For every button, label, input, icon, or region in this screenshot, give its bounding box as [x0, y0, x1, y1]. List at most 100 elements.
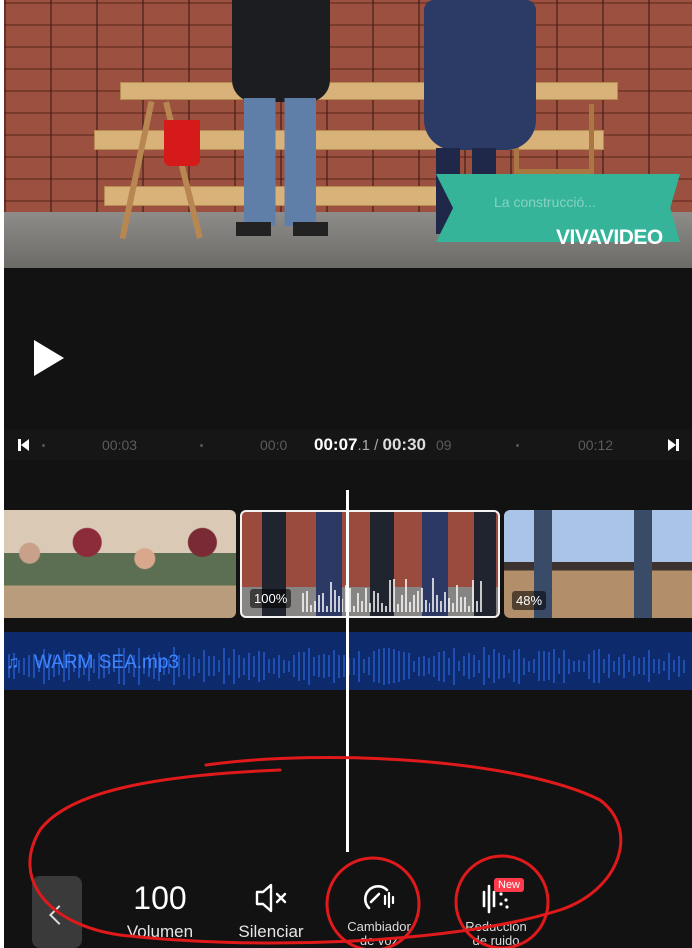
waveform-bar [432, 578, 435, 612]
waveform-bar [475, 601, 478, 612]
waveform-bar [368, 657, 370, 675]
skip-start-icon[interactable] [18, 439, 32, 451]
waveform-bar [578, 660, 580, 672]
waveform-bar [353, 606, 356, 612]
waveform-bar [648, 650, 650, 682]
waveform-bar [428, 658, 430, 674]
voice-changer-label: Cambiador [347, 919, 411, 934]
ruler-dot [200, 444, 203, 447]
waveform-bar [471, 580, 474, 612]
playhead[interactable] [346, 490, 349, 852]
waveform-bar [305, 591, 308, 612]
waveform-bar [308, 647, 310, 685]
waveform-bar [456, 585, 459, 612]
waveform-bar [28, 655, 30, 677]
skip-end-icon[interactable] [668, 439, 682, 451]
waveform-bar [633, 656, 635, 676]
timeline-ruler[interactable]: 00:03 00:0 00:07.1 / 00:30 09 00:12 [4, 430, 692, 460]
waveform-bar [658, 658, 660, 674]
clip-speed-label: 48% [512, 591, 547, 610]
waveform-bar [668, 652, 670, 680]
waveform-bar [268, 659, 270, 673]
waveform-bar [273, 658, 275, 674]
waveform-bar [358, 650, 360, 682]
waveform-bar [258, 650, 260, 682]
waveform-bar [678, 655, 680, 677]
time-fraction: .1 [357, 437, 370, 454]
waveform-bar [533, 659, 535, 673]
ruler-tick: 00:12 [578, 437, 614, 453]
volume-button[interactable]: 100 Volumen [120, 876, 200, 942]
ruler-dot [516, 444, 519, 447]
waveform-bar [638, 658, 640, 674]
waveform-bar [337, 596, 340, 612]
waveform-bar [203, 650, 205, 682]
waveform-bar [488, 654, 490, 678]
bench-top [120, 82, 618, 100]
video-clip[interactable] [4, 510, 236, 618]
waveform-bar [416, 591, 419, 612]
waveform-bar [233, 648, 235, 684]
waveform-bar [188, 653, 190, 679]
ruler-dot [42, 444, 45, 447]
waveform-bar [588, 653, 590, 679]
waveform-bar [558, 658, 560, 674]
vivavideo-watermark: VIVAVIDEO [556, 226, 663, 249]
chevron-left-icon[interactable] [32, 876, 82, 948]
waveform-bar [448, 598, 451, 612]
waveform-bar [353, 657, 355, 675]
new-badge: New [494, 878, 525, 892]
waveform-bar [381, 603, 384, 612]
waveform-bar [468, 653, 470, 679]
waveform-bar [323, 654, 325, 678]
waveform-bar [398, 650, 400, 682]
waveform-bar [598, 649, 600, 683]
video-clip[interactable]: 48% [504, 510, 692, 618]
waveform-bar [528, 660, 530, 672]
time-separator: / [370, 437, 383, 454]
waveform-bar [400, 595, 403, 612]
waveform-bar [329, 582, 332, 612]
waveform-bar [623, 654, 625, 678]
volume-label: Volumen [126, 922, 194, 941]
waveform-bar [288, 660, 290, 672]
waveform-bar [444, 592, 447, 612]
mute-button[interactable]: Silenciar [226, 876, 316, 942]
waveform-bar [618, 657, 620, 675]
noise-reduction-label-2: de ruido [472, 933, 520, 948]
video-clip-selected[interactable]: 100% [240, 510, 500, 618]
waveform-bar [553, 649, 555, 683]
waveform-bar [643, 657, 645, 675]
waveform-bar [183, 657, 185, 675]
waveform-bar [464, 597, 467, 612]
mute-label: Silenciar [238, 922, 304, 941]
waveform-bar [377, 593, 380, 612]
waveform-bar [683, 659, 685, 673]
waveform-bar [583, 660, 585, 672]
person-jeans [244, 98, 316, 226]
waveform-bar [373, 591, 376, 612]
voice-changer-button[interactable]: Cambiador de voz [334, 876, 424, 948]
waveform-bar [443, 650, 445, 682]
play-icon[interactable] [34, 340, 64, 376]
ruler-tick: 09 [436, 437, 452, 453]
waveform-bar [23, 657, 25, 675]
waveform-bar [313, 656, 315, 676]
waveform-bar [573, 660, 575, 672]
clip-speed-label: 100% [250, 589, 292, 608]
waveform-bar [385, 606, 387, 612]
waveform-bar [423, 656, 425, 676]
waveform-bar [383, 647, 385, 685]
video-preview[interactable]: La construcció... VIVAVIDEO [4, 0, 692, 268]
waveform-bar [333, 590, 336, 612]
waveform-bar [508, 659, 510, 673]
time-display: 00:07.1 / 00:30 [314, 435, 426, 455]
waveform-bar [613, 660, 615, 672]
total-time: 00:30 [382, 435, 426, 454]
waveform-bar [349, 588, 352, 612]
waveform-bar [463, 656, 465, 676]
waveform-bar [440, 601, 443, 612]
waveform-bar [263, 652, 265, 680]
waveform-bar [388, 580, 391, 612]
waveform-bar [302, 593, 304, 612]
